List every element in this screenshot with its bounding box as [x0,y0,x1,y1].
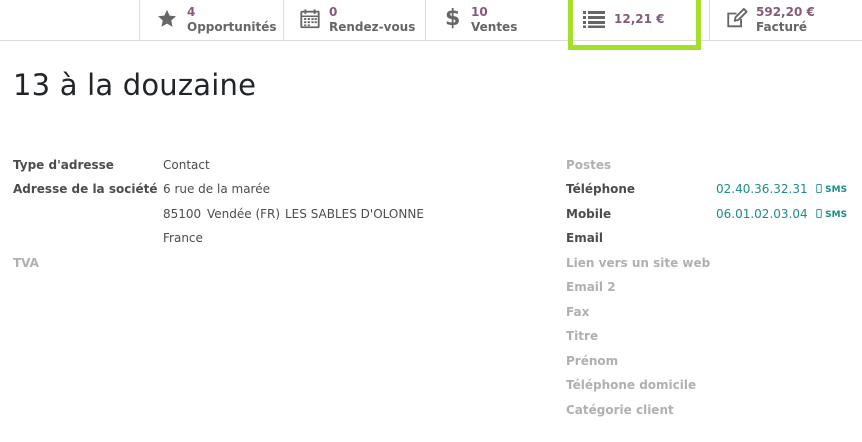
dollar-icon: $ [445,6,461,31]
city-field[interactable]: LES SABLES D'OLONNE [285,207,424,221]
mobile-label: Mobile [566,207,612,221]
mobile-icon [816,209,822,218]
country-field[interactable]: France [163,231,203,245]
mobile-sms-button[interactable]: SMS [816,209,847,220]
phone-sms-button[interactable]: SMS [816,184,847,195]
fax-label: Fax [566,305,590,319]
calendar-icon [299,8,321,34]
opportunities-count: 4 [187,5,196,19]
meetings-count: 0 [329,5,338,19]
phone-label: Téléphone [566,182,636,196]
company-address-label: Adresse de la société [13,182,158,196]
email-label: Email [566,231,604,245]
amount-button[interactable]: 12,21 € [568,0,709,40]
star-icon [156,8,178,34]
amount-value: 12,21 € [614,12,665,26]
meetings-label: Rendez-vous [329,20,416,34]
website-label: Lien vers un site web [566,256,711,270]
record-title: 13 à la douzaine [13,68,257,102]
title-label: Titre [566,329,599,343]
state-field[interactable]: Vendée (FR) [207,207,280,221]
mobile-sms-label: SMS [825,210,848,220]
address-type-value[interactable]: Contact [163,158,210,172]
mobile-value[interactable]: 06.01.02.03.04 [716,207,808,221]
vat-label: TVA [13,256,39,270]
meetings-button[interactable]: 0 Rendez-vous [283,0,425,40]
phone-sms-label: SMS [825,185,848,195]
smart-button-bar: 4 Opportunités 0 Rendez-vous $ 10 Ventes [0,0,862,41]
edit-icon [725,7,748,34]
invoiced-label: Facturé [756,20,808,34]
list-icon [583,10,605,32]
phone-value[interactable]: 02.40.36.32.31 [716,182,808,196]
sales-label: Ventes [471,20,518,34]
positions-label: Postes [566,158,612,172]
invoiced-amount: 592,20 € [756,5,815,19]
email2-label: Email 2 [566,280,616,294]
sales-button[interactable]: $ 10 Ventes [425,0,568,40]
invoiced-button[interactable]: 592,20 € Facturé [709,0,862,40]
sales-count: 10 [471,5,488,19]
home-phone-label: Téléphone domicile [566,378,697,392]
mobile-icon [816,184,822,193]
opportunities-label: Opportunités [187,20,277,34]
opportunities-button[interactable]: 4 Opportunités [139,0,283,40]
firstname-label: Prénom [566,354,619,368]
address-type-label: Type d'adresse [13,158,114,172]
street-field[interactable]: 6 rue de la marée [163,182,270,196]
zip-field[interactable]: 85100 [163,207,201,221]
customer-category-label: Catégorie client [566,403,674,417]
